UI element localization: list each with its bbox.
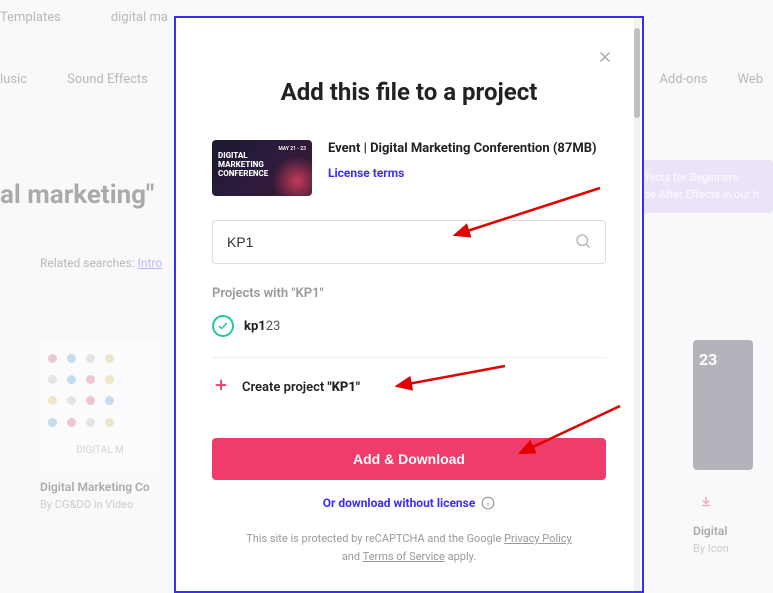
close-icon xyxy=(596,48,614,66)
thumb-number: 23 xyxy=(699,350,717,369)
related-searches: Related searches: Intro xyxy=(40,256,162,270)
close-button[interactable] xyxy=(596,48,614,70)
nav-item: digital ma xyxy=(111,10,168,25)
alt-download-text: Or download without license xyxy=(323,496,476,510)
bg-nav-secondary: lusic Sound Effects xyxy=(0,72,148,87)
project-search-input[interactable] xyxy=(212,220,606,264)
download-without-license-link[interactable]: Or download without license xyxy=(212,496,606,510)
projects-with-label: Projects with "KP1" xyxy=(212,286,606,301)
search-icon xyxy=(574,232,592,254)
check-icon xyxy=(212,315,234,337)
recaptcha-notice: This site is protected by reCAPTCHA and … xyxy=(212,530,606,565)
file-thumbnail: DIGITAL MARKETING CONFERENCE MAY 21 - 23 xyxy=(212,140,312,196)
thumb-label: DIGITAL M xyxy=(48,445,152,456)
nav-item: Templates xyxy=(0,10,61,25)
terms-of-service-link[interactable]: Terms of Service xyxy=(363,550,445,563)
project-item[interactable]: kp123 xyxy=(212,315,606,337)
project-name: kp123 xyxy=(244,319,280,334)
nav-item: Web xyxy=(737,72,763,87)
file-name: Event | Digital Marketing Conferention (… xyxy=(328,140,606,158)
page-heading: al marketing" xyxy=(0,180,154,210)
thumbnail-date: MAY 21 - 23 xyxy=(278,146,306,152)
bg-nav-top: Templates digital ma xyxy=(0,10,168,25)
banner-line: r Effects for Beginners xyxy=(629,170,759,187)
project-search xyxy=(212,220,606,264)
file-summary: DIGITAL MARKETING CONFERENCE MAY 21 - 23… xyxy=(212,140,606,196)
card-subtitle: By Icon xyxy=(693,542,773,555)
bg-nav-right: Add-ons Web xyxy=(659,72,763,87)
download-icon xyxy=(693,488,719,514)
nav-item: lusic xyxy=(0,72,27,87)
card-title: Digital xyxy=(693,524,773,538)
result-card: 23 Digital By Icon xyxy=(693,340,773,555)
result-card: DIGITAL M Digital Marketing Co By CG&DO … xyxy=(40,340,180,511)
nav-item: Sound Effects xyxy=(67,72,148,87)
card-thumbnail: DIGITAL M xyxy=(40,340,160,470)
divider xyxy=(212,357,606,358)
privacy-policy-link[interactable]: Privacy Policy xyxy=(504,532,572,545)
related-label: Related searches: xyxy=(40,256,135,270)
thumbnail-text: DIGITAL MARKETING CONFERENCE xyxy=(218,152,268,178)
nav-item: Add-ons xyxy=(659,72,707,87)
banner-line: o use After Effects in our h xyxy=(629,187,759,204)
related-link: Intro xyxy=(138,256,163,270)
plus-icon xyxy=(212,376,230,398)
modal-title: Add this file to a project xyxy=(212,78,606,106)
add-to-project-modal: Add this file to a project DIGITAL MARKE… xyxy=(174,16,644,593)
card-thumbnail: 23 xyxy=(693,340,753,470)
scrollbar-thumb[interactable] xyxy=(634,28,640,118)
info-icon xyxy=(481,496,495,510)
create-project-row[interactable]: Create project "KP1" xyxy=(212,376,606,398)
card-title: Digital Marketing Co xyxy=(40,480,180,494)
create-project-label: Create project "KP1" xyxy=(242,380,360,395)
card-subtitle: By CG&DO in Video xyxy=(40,498,180,511)
license-terms-link[interactable]: License terms xyxy=(328,166,404,180)
add-download-button[interactable]: Add & Download xyxy=(212,438,606,480)
